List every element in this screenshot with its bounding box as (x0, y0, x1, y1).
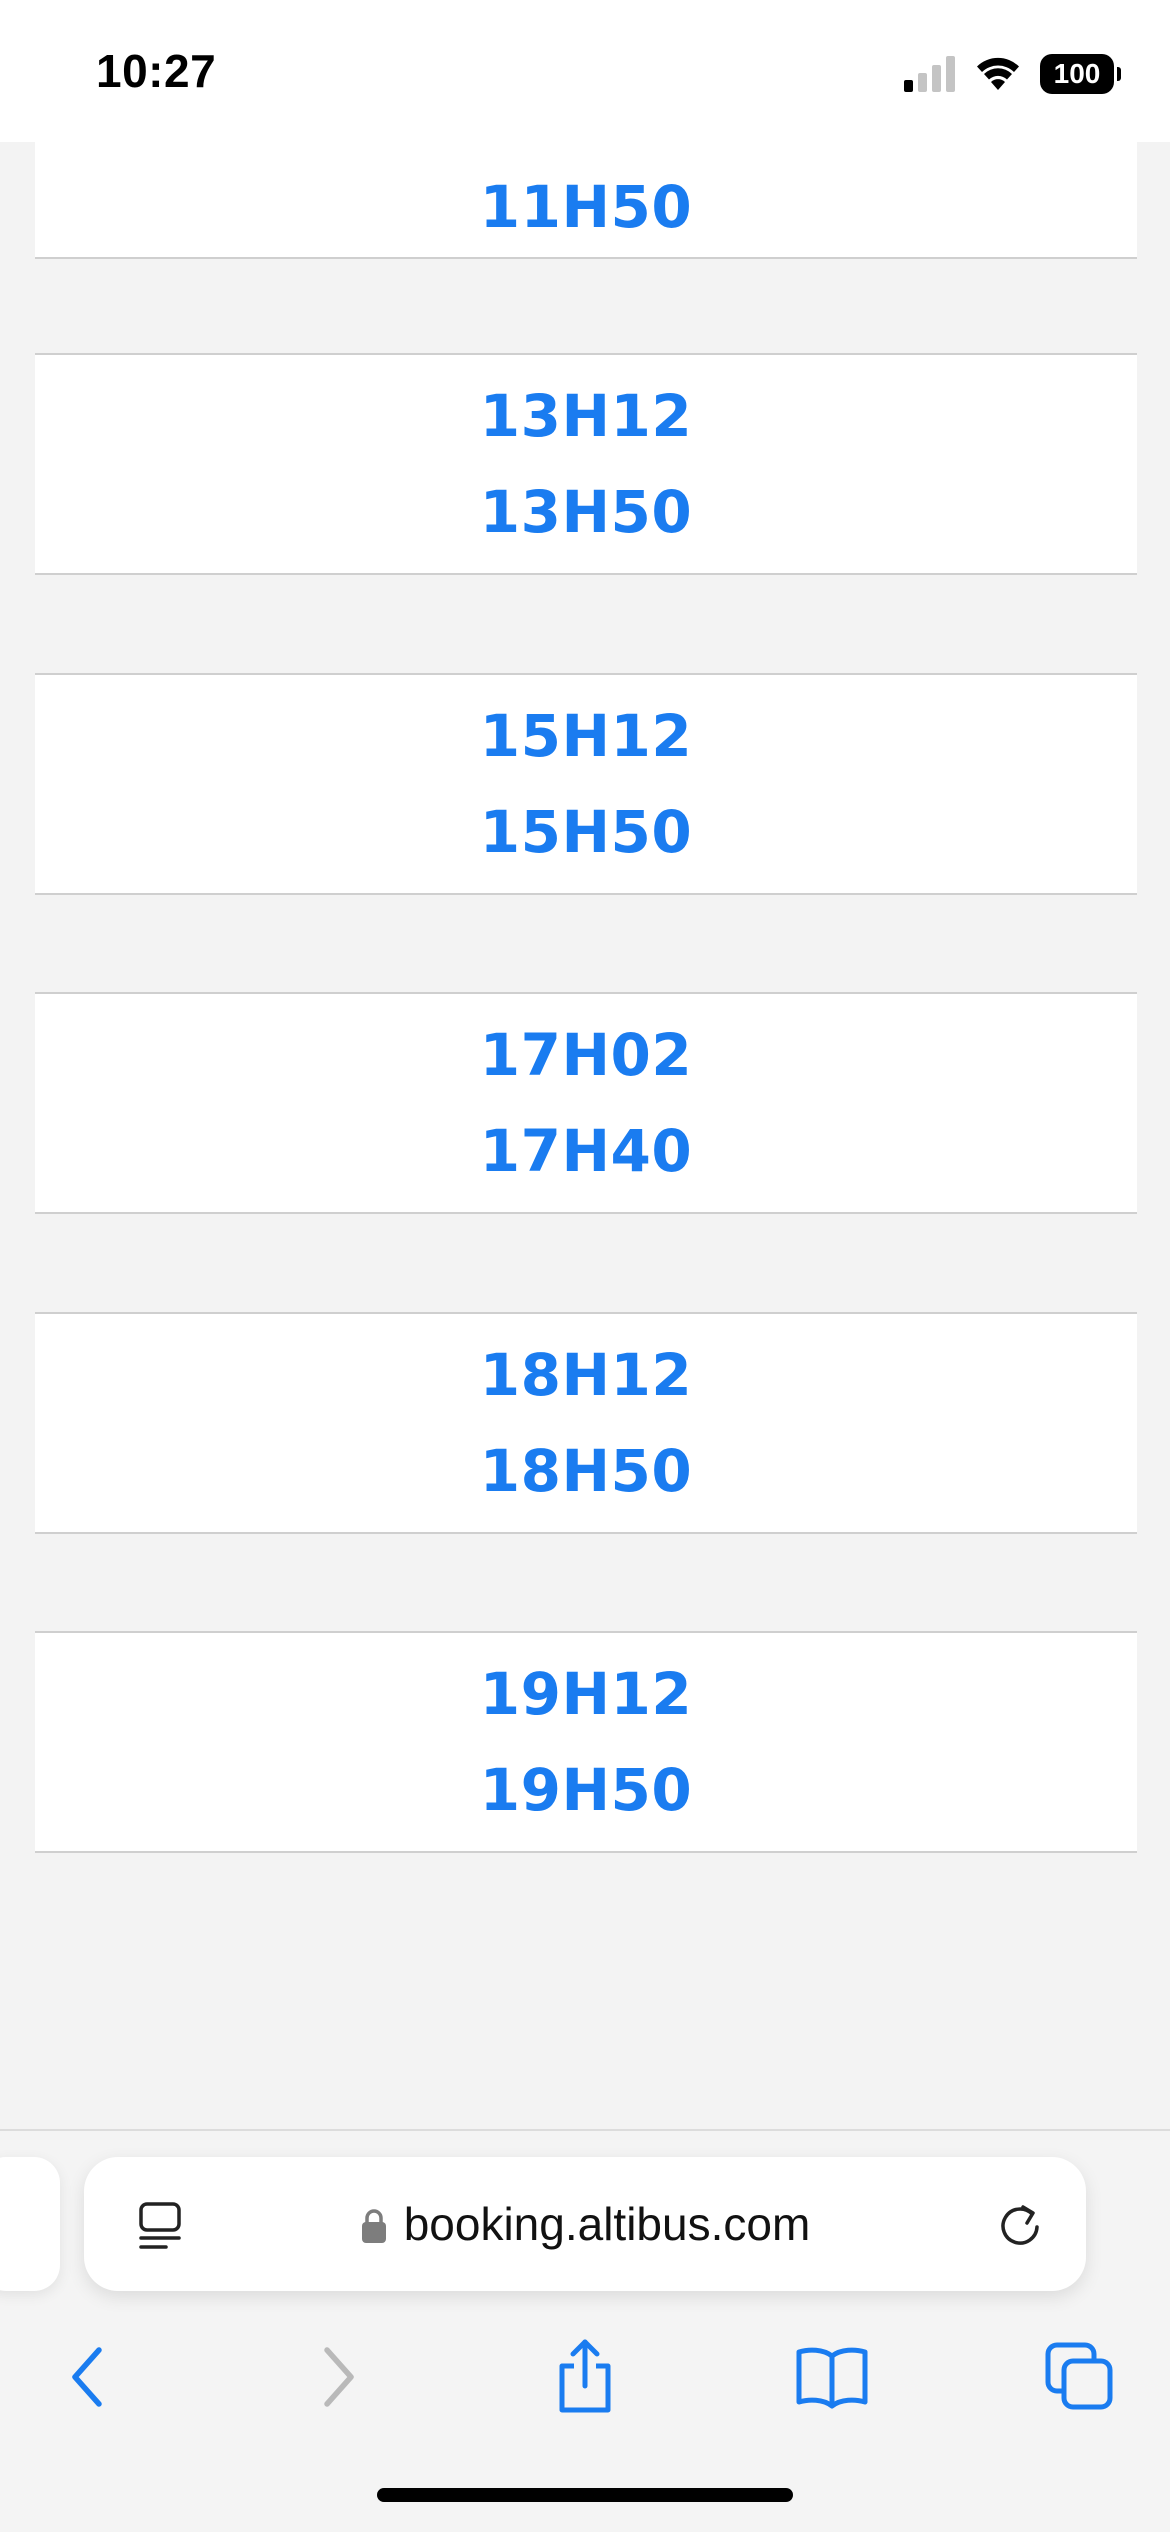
browser-chrome: booking.altibus.com (0, 2129, 1170, 2532)
chevron-left-icon (72, 2347, 102, 2407)
battery-icon: 100 (1040, 54, 1121, 94)
departure-card[interactable]: 19H12 19H50 (35, 1631, 1137, 1853)
wifi-icon (977, 57, 1019, 90)
departure-list: 11H50 13H12 13H50 15H12 15H50 17H02 17H4… (0, 142, 1170, 2129)
status-time: 10:27 (96, 45, 217, 97)
lock-icon (361, 2209, 386, 2243)
departure-time[interactable]: 15H12 (480, 688, 692, 784)
cellular-signal-icon (904, 56, 955, 92)
arrival-time[interactable]: 19H50 (480, 1742, 692, 1838)
chevron-right-icon (324, 2347, 354, 2407)
url-text[interactable]: booking.altibus.com (404, 2197, 811, 2251)
tabs-icon (1045, 2342, 1113, 2410)
book-icon (796, 2347, 868, 2409)
back-button[interactable] (48, 2337, 128, 2417)
arrival-time[interactable]: 18H50 (480, 1423, 692, 1519)
bookmarks-button[interactable] (792, 2337, 872, 2417)
url-display[interactable]: booking.altibus.com (84, 2157, 1086, 2291)
share-icon (559, 2339, 611, 2413)
departure-card[interactable]: 18H12 18H50 (35, 1312, 1137, 1534)
arrival-time[interactable]: 17H40 (480, 1103, 692, 1199)
status-icons: 100 (904, 52, 1121, 96)
reload-icon[interactable] (992, 2197, 1048, 2253)
forward-button[interactable] (298, 2337, 378, 2417)
departure-time[interactable]: 11H50 (480, 159, 692, 255)
departure-card[interactable]: 17H02 17H40 (35, 992, 1137, 1214)
home-indicator[interactable] (377, 2488, 793, 2502)
departure-time[interactable]: 17H02 (480, 1007, 692, 1103)
tabs-button[interactable] (1040, 2337, 1120, 2417)
share-button[interactable] (545, 2337, 625, 2417)
departure-time[interactable]: 19H12 (480, 1646, 692, 1742)
departure-time[interactable]: 18H12 (480, 1327, 692, 1423)
arrival-time[interactable]: 15H50 (480, 784, 692, 880)
browser-toolbar (0, 2309, 1170, 2439)
departure-time[interactable]: 13H12 (480, 368, 692, 464)
previous-tab-peek[interactable] (0, 2157, 60, 2291)
battery-level: 100 (1053, 58, 1101, 89)
address-bar[interactable]: booking.altibus.com (84, 2157, 1086, 2291)
departure-card[interactable]: 13H12 13H50 (35, 353, 1137, 575)
departure-card[interactable]: 11H50 (35, 142, 1137, 259)
status-bar: 10:27 100 (0, 0, 1170, 142)
arrival-time[interactable]: 13H50 (480, 464, 692, 560)
departure-card[interactable]: 15H12 15H50 (35, 673, 1137, 895)
